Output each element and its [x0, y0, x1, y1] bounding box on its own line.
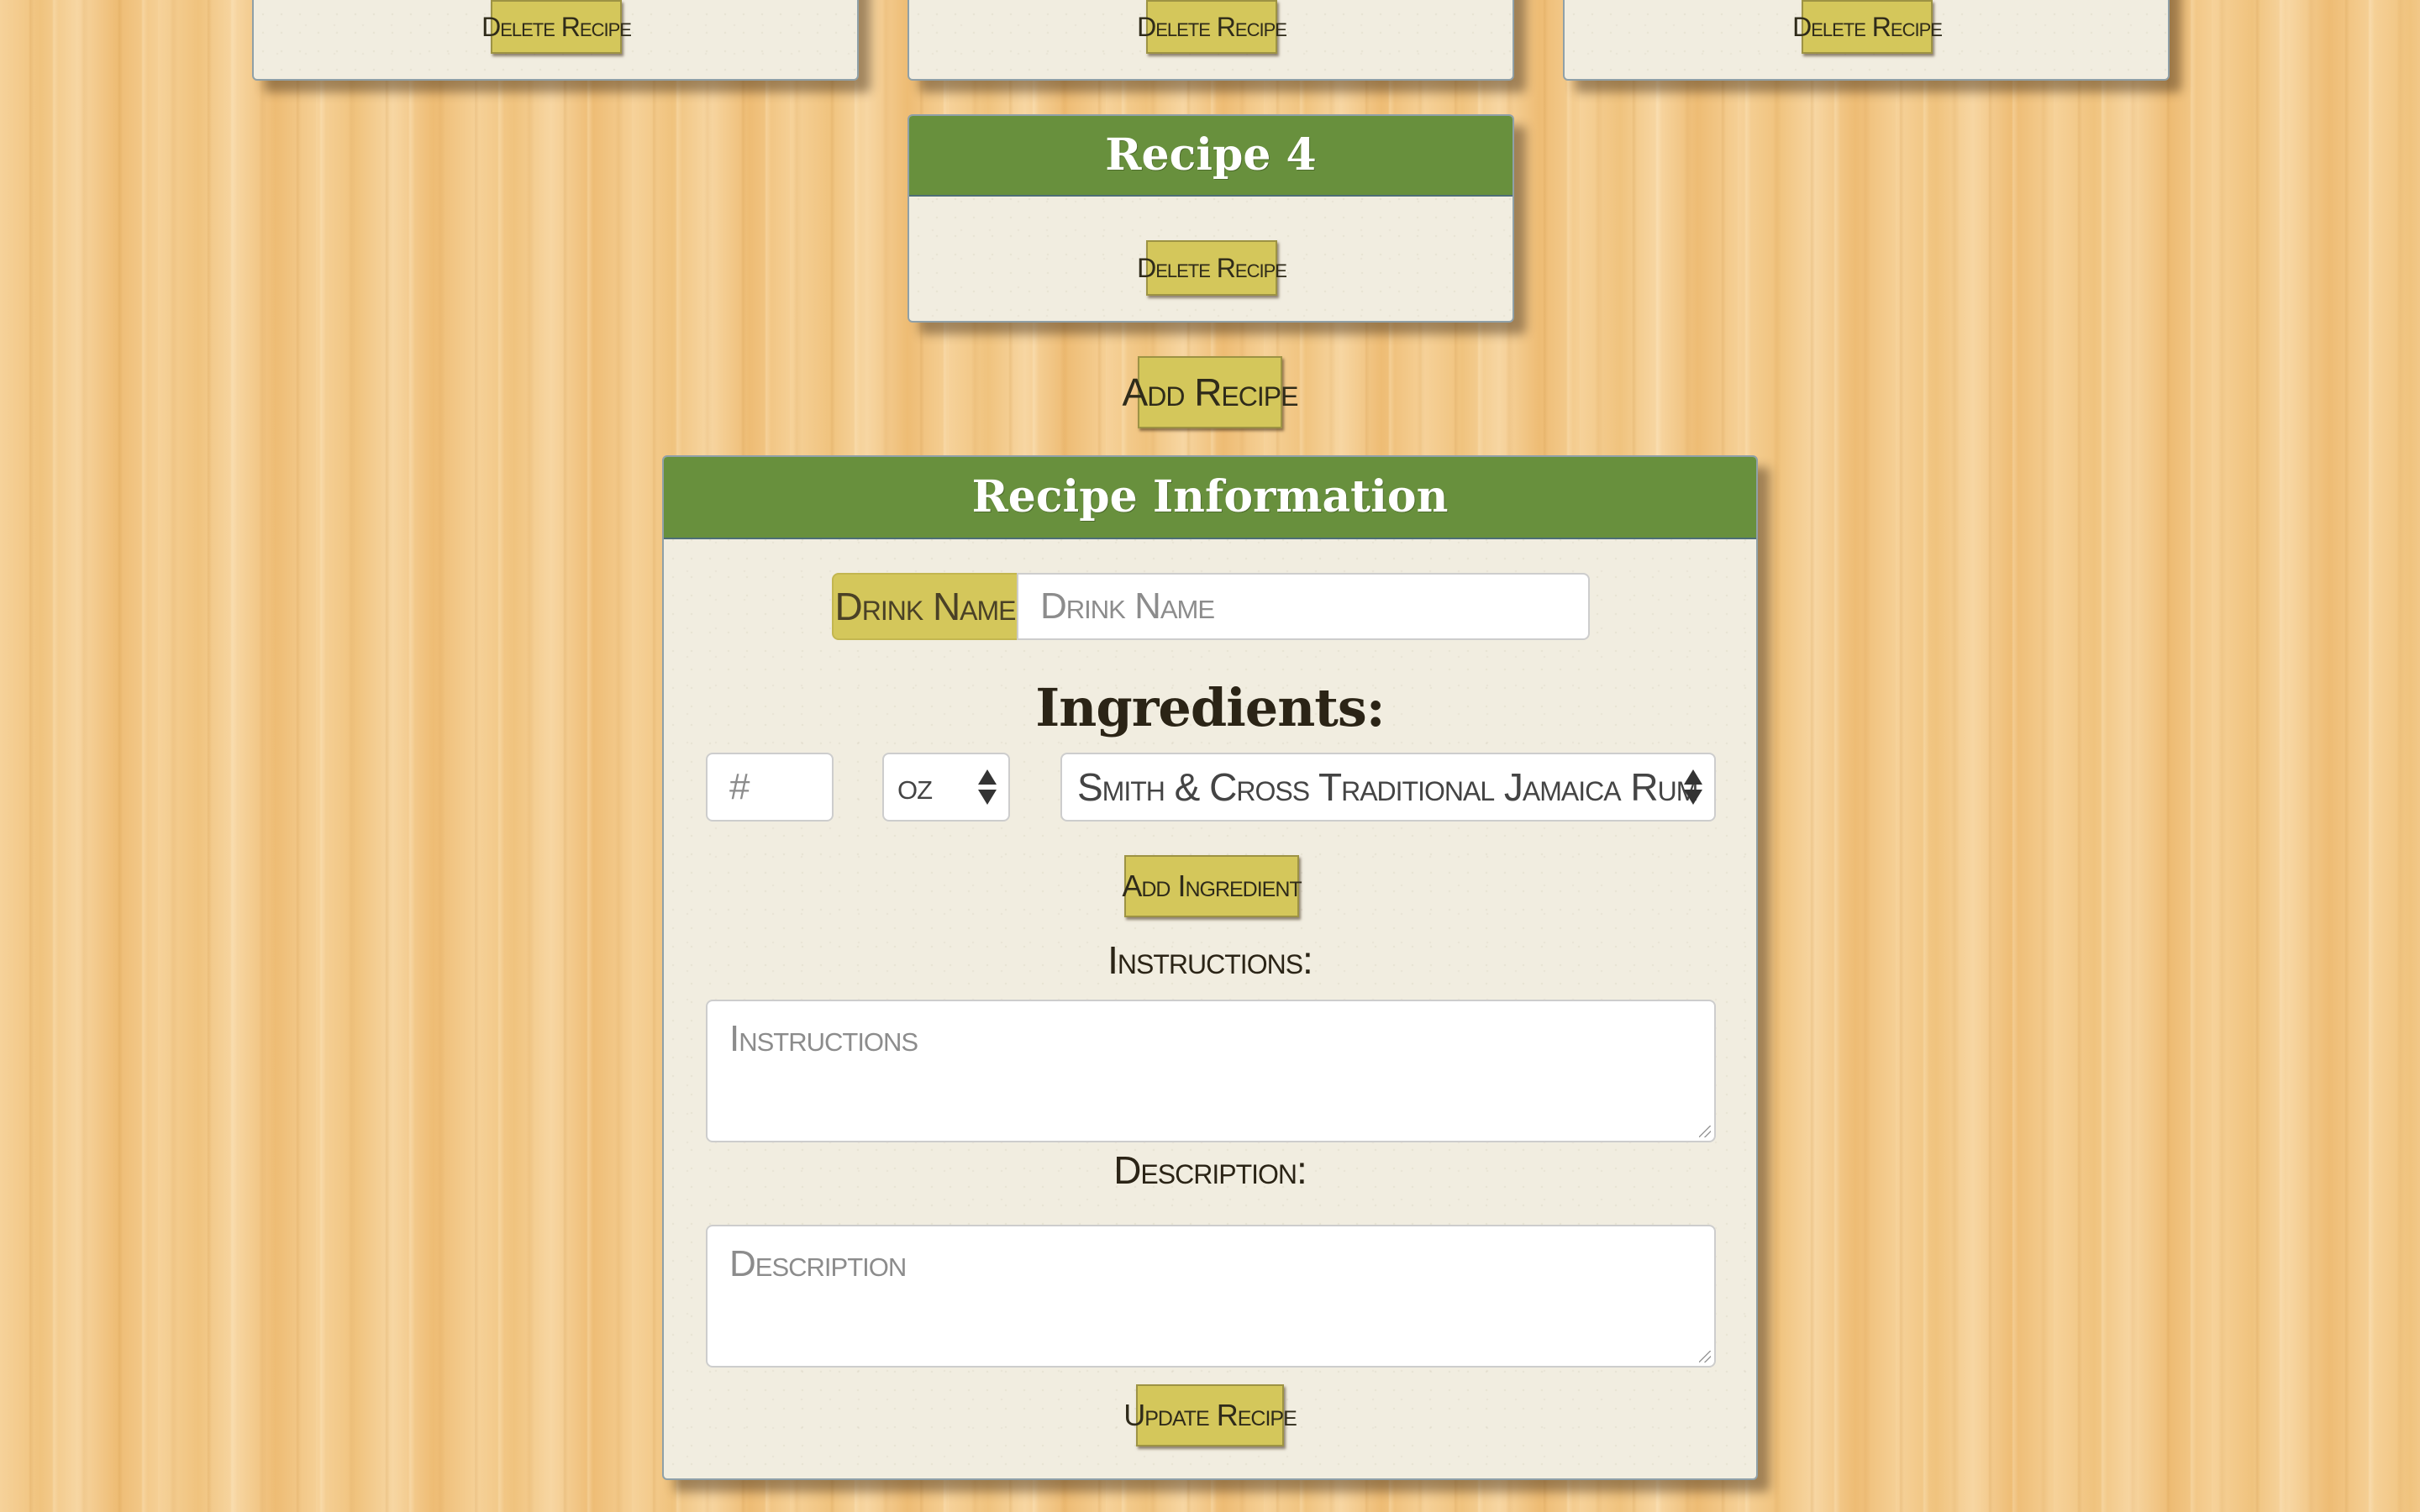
description-textarea[interactable] [706, 1225, 1716, 1368]
drink-name-input[interactable] [1039, 585, 1588, 628]
drink-name-label: Drink Name [832, 573, 1018, 640]
delete-recipe-button[interactable]: Delete Recipe [1137, 240, 1287, 296]
recipe-card-1: Delete Recipe [252, 0, 859, 81]
add-ingredient-button[interactable]: Add Ingredient [1122, 855, 1302, 917]
unit-select[interactable]: oz [882, 753, 1010, 822]
instructions-textarea[interactable] [706, 1000, 1716, 1142]
delete-recipe-button[interactable]: Delete Recipe [481, 0, 632, 54]
amount-input[interactable] [706, 753, 834, 822]
recipe-information-panel: Recipe Information Drink Name Ingredient… [662, 455, 1758, 1480]
recipe-card-2: Delete Recipe [908, 0, 1514, 81]
resize-handle-icon[interactable] [1699, 1351, 1711, 1362]
recipe-card-4: Recipe 4 Delete Recipe [908, 114, 1514, 323]
ingredient-select[interactable]: Smith & Cross Traditional Jamaica Rum [1060, 753, 1716, 822]
unit-select-value: oz [897, 766, 933, 807]
drink-name-group: Drink Name [832, 573, 1590, 640]
description-input[interactable] [728, 1242, 1714, 1329]
delete-recipe-button[interactable]: Delete Recipe [1792, 0, 1943, 54]
instructions-label: Instructions: [1107, 938, 1313, 982]
amount-input-field[interactable] [728, 765, 832, 809]
resize-handle-icon[interactable] [1699, 1126, 1711, 1137]
recipe-card-3: Delete Recipe [1563, 0, 2170, 81]
ingredients-heading: Ingredients: [1035, 677, 1385, 738]
delete-recipe-button[interactable]: Delete Recipe [1137, 0, 1287, 54]
recipe-information-title: Recipe Information [664, 457, 1756, 539]
instructions-input[interactable] [728, 1016, 1714, 1104]
select-arrows-icon [1684, 769, 1702, 805]
add-recipe-button[interactable]: Add Recipe [1123, 356, 1298, 428]
select-arrows-icon [978, 769, 997, 805]
recipe-card-title: Recipe 4 [909, 116, 1512, 197]
description-label: Description: [1113, 1148, 1307, 1192]
update-recipe-button[interactable]: Update Recipe [1123, 1384, 1297, 1446]
drink-name-field[interactable] [1017, 573, 1590, 640]
ingredient-select-value: Smith & Cross Traditional Jamaica Rum [1077, 765, 1698, 809]
